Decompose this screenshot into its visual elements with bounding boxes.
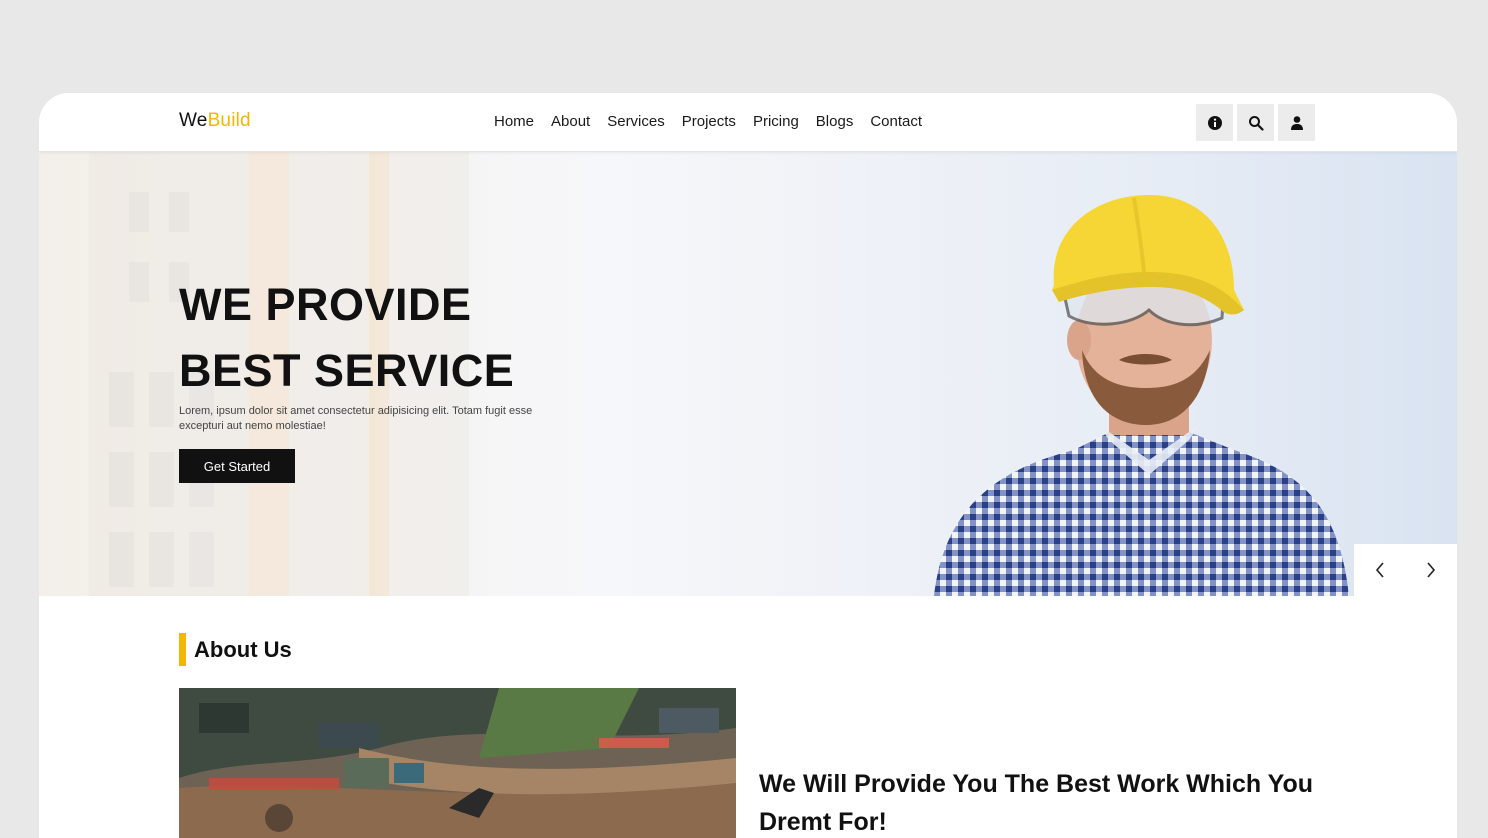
nav-about[interactable]: About [551, 113, 590, 130]
logo[interactable]: WeBuild [179, 110, 251, 132]
slider-prev-button[interactable] [1365, 555, 1395, 585]
info-button[interactable] [1196, 104, 1233, 141]
accent-bar [179, 633, 186, 666]
hero-description: Lorem, ipsum dolor sit amet consectetur … [179, 405, 533, 432]
about-title: About Us [194, 636, 292, 662]
construction-site-image [179, 688, 736, 838]
nav-projects[interactable]: Projects [682, 113, 736, 130]
about-section-header: About Us [179, 633, 292, 666]
hero-title-line2: BEST SERVICE [179, 345, 515, 396]
search-button[interactable] [1237, 104, 1274, 141]
logo-accent: Build [207, 110, 251, 131]
chevron-left-icon [1375, 562, 1384, 578]
get-started-button[interactable]: Get Started [179, 449, 295, 483]
slider-next-button[interactable] [1416, 555, 1446, 585]
nav-pricing[interactable]: Pricing [753, 113, 799, 130]
main-nav: Home About Services Projects Pricing Blo… [494, 113, 939, 130]
header-icons [1196, 104, 1315, 141]
about-heading: We Will Provide You The Best Work Which … [759, 770, 1314, 836]
hero-section: WE PROVIDE BEST SERVICE Lorem, ipsum dol… [39, 152, 1457, 596]
chevron-right-icon [1427, 562, 1436, 578]
nav-contact[interactable]: Contact [870, 113, 922, 130]
hero-title: WE PROVIDE BEST SERVICE [179, 272, 514, 404]
hero-title-line1: WE PROVIDE [179, 279, 472, 330]
slider-controls [1354, 544, 1457, 596]
browser-frame: WeBuild Home About Services Projects Pri… [39, 93, 1457, 838]
nav-home[interactable]: Home [494, 113, 534, 130]
user-icon [1290, 115, 1303, 130]
worker-image [934, 195, 1349, 596]
search-icon [1248, 115, 1264, 131]
account-button[interactable] [1278, 104, 1315, 141]
nav-services[interactable]: Services [607, 113, 665, 130]
info-icon [1207, 115, 1222, 130]
nav-blogs[interactable]: Blogs [816, 113, 854, 130]
logo-main: We [179, 110, 208, 131]
site-header: WeBuild Home About Services Projects Pri… [39, 93, 1457, 152]
